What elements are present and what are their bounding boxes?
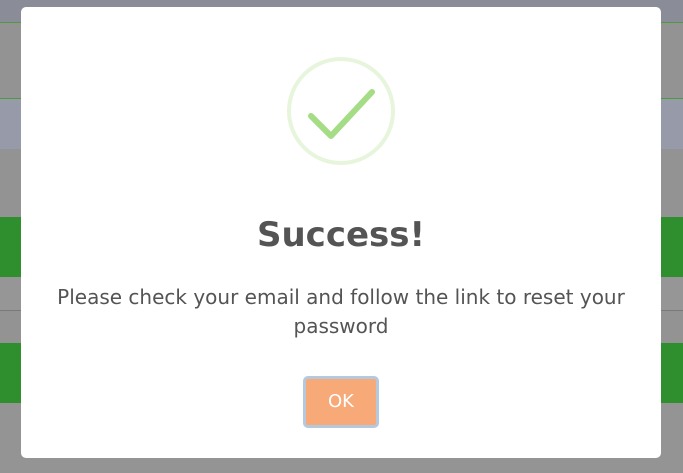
success-dialog: Success! Please check your email and fol… <box>21 7 661 458</box>
ok-button[interactable]: OK <box>303 376 379 428</box>
checkmark-success-icon <box>286 56 396 166</box>
dialog-message: Please check your email and follow the l… <box>57 285 625 338</box>
ok-button-label: OK <box>328 391 354 412</box>
dialog-title: Success! <box>256 215 426 255</box>
